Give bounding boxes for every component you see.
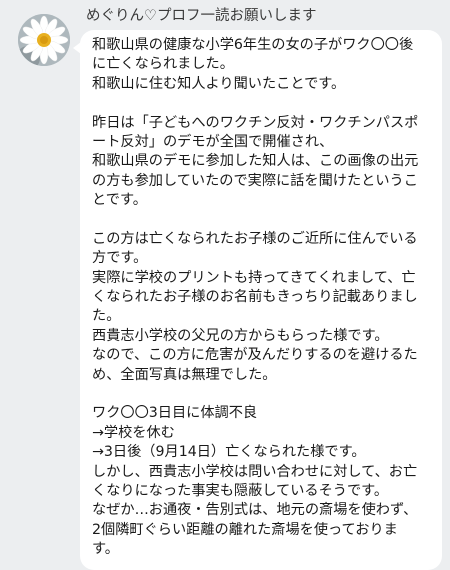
message-line: 和歌山に住む知人より聞いたことです。: [92, 75, 346, 92]
message-line: す。: [92, 541, 119, 558]
message-line: 方です。: [92, 250, 148, 267]
message-line: に亡くなられました。: [92, 56, 234, 73]
message-line: →3日後（9月14日）亡くなられた様です。: [92, 444, 366, 461]
message-line: 昨日は「子どもへのワクチン反対・ワクチンパスポ: [92, 114, 419, 131]
message-line: なぜか…お通夜・告別式は、地元の斎場を使わず、: [92, 502, 418, 519]
sender-avatar[interactable]: [18, 14, 70, 66]
message-line: くなりになった事実も隠蔽しているそうです。: [92, 482, 389, 499]
message-line: 和歌山県のデモに参加した知人は、この画像の出元: [92, 153, 419, 170]
sender-name[interactable]: めぐりん♡プロフ一読お願いします: [86, 6, 317, 26]
message-line: なので、この方に危害が及んだりするのを避けるた: [92, 347, 418, 364]
message-line: この方は亡くなられたお子様のご近所に住んでいる: [92, 230, 418, 247]
message-line: 2個隣町ぐらい距離の離れた斎場を使っておりま: [92, 521, 398, 538]
message-line: しかし、西貴志小学校は問い合わせに対して、お亡: [92, 463, 418, 480]
message-line: 西貴志小学校の父兄の方からもらった様です。: [92, 327, 389, 344]
message-line: た。: [92, 308, 121, 325]
message-line: とです。: [92, 192, 147, 209]
message-line: 和歌山県の健康な小学6年生の女の子がワク〇〇後: [92, 37, 414, 53]
message-line: →学校を休む: [92, 424, 175, 441]
message-bubble[interactable]: 和歌山県の健康な小学6年生の女の子がワク〇〇後 に亡くなられました。 和歌山に住…: [73, 30, 442, 570]
message-line: ート反対」のデモが全国で開催され、: [92, 133, 334, 150]
daisy-flower-avatar-icon: [18, 14, 70, 66]
message-line: くなられたお子様のお名前もきっちり記載ありまし: [92, 289, 418, 306]
message-line: の方も参加していたので実際に話を聞けたというこ: [92, 172, 418, 189]
message-line: ワク〇〇3日目に体調不良: [92, 405, 258, 422]
message-line: [92, 211, 442, 230]
message-line: [92, 385, 442, 404]
message-line: [92, 94, 442, 113]
message-line: め、全面写真は無理でした。: [92, 366, 277, 383]
message-line: 実際に学校のプリントも持ってきてくれまして、亡: [92, 269, 416, 286]
